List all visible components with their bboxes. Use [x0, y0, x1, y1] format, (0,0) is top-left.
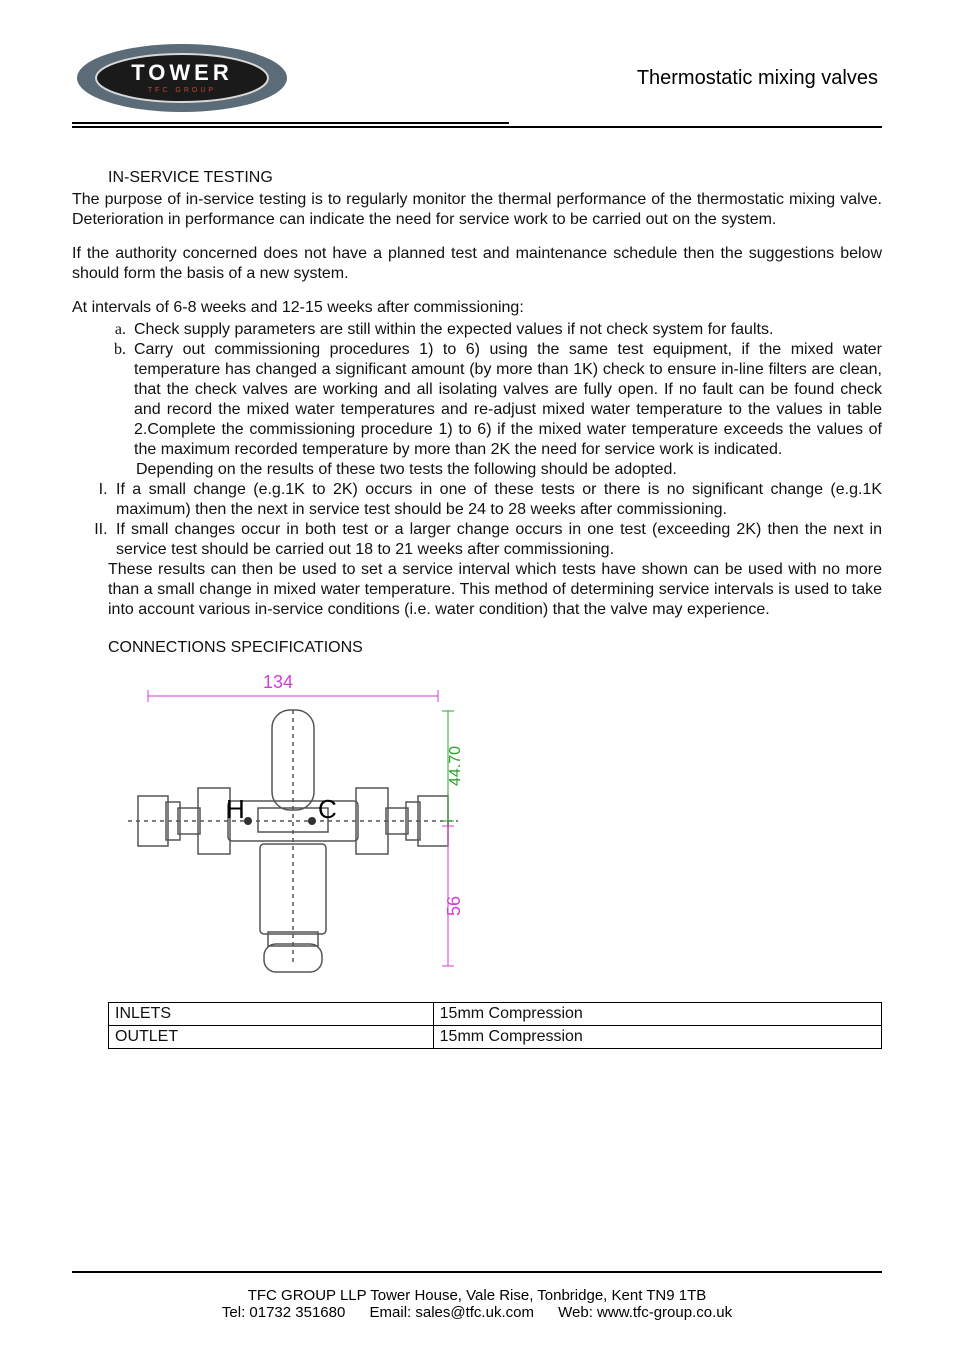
document-title: Thermostatic mixing valves: [292, 67, 882, 90]
list-item: If small changes occur in both test or a…: [112, 520, 882, 560]
connections-diagram: 134 44.70 56: [108, 666, 882, 992]
alpha-trailer-line: Depending on the results of these two te…: [136, 460, 882, 480]
page-footer: TFC GROUP LLP Tower House, Vale Rise, To…: [72, 1271, 882, 1321]
table-cell-value: 15mm Compression: [433, 1026, 881, 1049]
svg-text:44.70: 44.70: [447, 746, 464, 786]
paragraph-intervals: At intervals of 6-8 weeks and 12-15 week…: [72, 298, 882, 318]
alpha-list: Check supply parameters are still within…: [108, 320, 882, 460]
svg-text:56: 56: [444, 896, 464, 916]
svg-text:TFC GROUP: TFC GROUP: [148, 87, 216, 94]
roman-list: If a small change (e.g.1K to 2K) occurs …: [90, 480, 882, 560]
svg-text:134: 134: [263, 672, 293, 692]
paragraph-purpose: The purpose of in-service testing is to …: [72, 190, 882, 230]
table-cell-label: INLETS: [109, 1003, 434, 1026]
connections-table: INLETS 15mm Compression OUTLET 15mm Comp…: [108, 1002, 882, 1049]
header-divider-full: [72, 126, 882, 128]
table-cell-value: 15mm Compression: [433, 1003, 881, 1026]
in-service-testing-heading: IN-SERVICE TESTING: [108, 168, 882, 188]
list-item: Carry out commissioning procedures 1) to…: [130, 340, 882, 460]
list-item: If a small change (e.g.1K to 2K) occurs …: [112, 480, 882, 520]
table-row: OUTLET 15mm Compression: [109, 1026, 882, 1049]
footer-web: Web: www.tfc-group.co.uk: [558, 1304, 732, 1321]
summary-paragraph: These results can then be used to set a …: [108, 560, 882, 620]
connections-heading: CONNECTIONS SPECIFICATIONS: [108, 638, 882, 658]
svg-text:C: C: [318, 794, 337, 824]
document-body: IN-SERVICE TESTING The purpose of in-ser…: [72, 168, 882, 1049]
table-row: INLETS 15mm Compression: [109, 1003, 882, 1026]
footer-divider: [72, 1271, 882, 1273]
tower-logo-icon: TOWER TFC GROUP: [72, 40, 292, 116]
footer-email: Email: sales@tfc.uk.com: [370, 1304, 534, 1321]
paragraph-schedule: If the authority concerned does not have…: [72, 244, 882, 284]
svg-text:H: H: [226, 794, 245, 824]
company-logo: TOWER TFC GROUP: [72, 40, 292, 116]
valve-diagram-icon: 134 44.70 56: [108, 666, 508, 986]
header-row: TOWER TFC GROUP Thermostatic mixing valv…: [72, 40, 882, 116]
svg-text:TOWER: TOWER: [131, 60, 232, 85]
footer-tel: Tel: 01732 351680: [222, 1304, 345, 1321]
footer-contact: Tel: 01732 351680 Email: sales@tfc.uk.co…: [72, 1304, 882, 1321]
list-item: Check supply parameters are still within…: [130, 320, 882, 340]
header-divider-short: [72, 122, 509, 124]
page: TOWER TFC GROUP Thermostatic mixing valv…: [0, 0, 954, 1351]
footer-address: TFC GROUP LLP Tower House, Vale Rise, To…: [72, 1287, 882, 1304]
table-cell-label: OUTLET: [109, 1026, 434, 1049]
